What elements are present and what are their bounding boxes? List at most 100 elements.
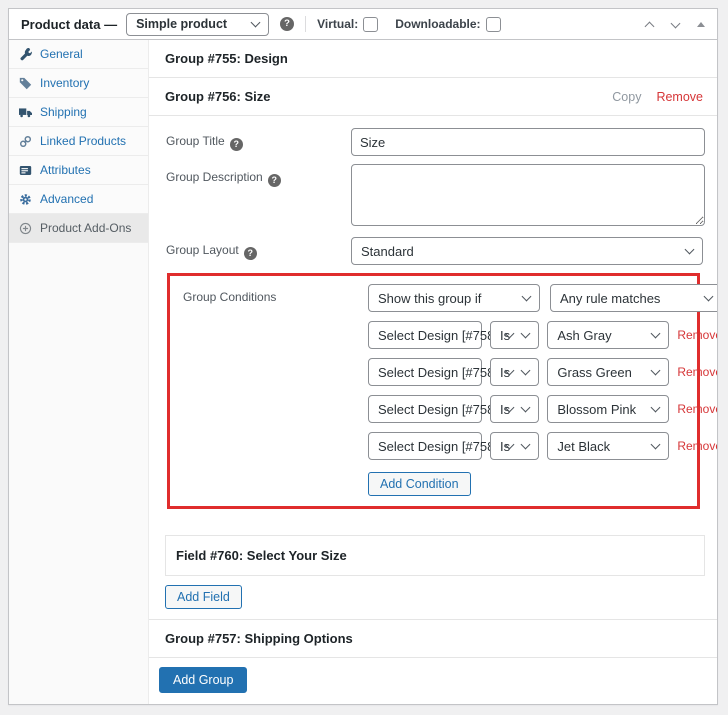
group-title-row: Group Title? (166, 128, 703, 156)
condition-value-select[interactable]: Jet Black (547, 432, 669, 460)
group-layout-select[interactable]: Standard (351, 237, 703, 265)
group-757-title: Group #757: Shipping Options (165, 631, 353, 646)
condition-value-text: Grass Green (557, 365, 631, 380)
chevron-down-icon (251, 18, 261, 28)
list-icon (19, 164, 32, 177)
remove-condition-link[interactable]: Remove (677, 365, 718, 379)
help-icon[interactable]: ? (230, 138, 243, 151)
add-condition-button[interactable]: Add Condition (368, 472, 471, 496)
annotation-box: Group Conditions Show this group if Any … (167, 273, 700, 509)
condition-value-select[interactable]: Ash Gray (547, 321, 669, 349)
chevron-down-icon (685, 245, 695, 255)
sidebar-item-attributes[interactable]: Attributes (9, 156, 148, 185)
group-755-title: Group #755: Design (165, 51, 288, 66)
group-layout-row: Group Layout? Standard (166, 237, 703, 265)
condition-operator-select[interactable]: Is (490, 321, 539, 349)
sidebar-item-label: Attributes (40, 163, 91, 177)
sidebar-item-label: Inventory (40, 76, 89, 90)
product-data-header: Product data — Simple product ? Virtual:… (9, 9, 717, 40)
condition-field-value: Select Design [#758] (378, 328, 498, 343)
condition-operator-select[interactable]: Is (490, 395, 539, 423)
condition-field-select[interactable]: Select Design [#758] (368, 321, 482, 349)
show-group-if-select[interactable]: Show this group if (368, 284, 540, 312)
help-icon[interactable]: ? (280, 17, 294, 31)
sidebar-item-shipping[interactable]: Shipping (9, 98, 148, 127)
condition-rule-row: Select Design [#758] Is Ash Gray (368, 321, 718, 349)
product-type-value: Simple product (136, 17, 227, 31)
group-757-header[interactable]: Group #757: Shipping Options (149, 620, 717, 658)
move-up-icon[interactable] (645, 19, 655, 29)
condition-field-select[interactable]: Select Design [#758] (368, 432, 482, 460)
sidebar-item-general[interactable]: General (9, 40, 148, 69)
sidebar-item-label: Shipping (40, 105, 87, 119)
condition-operator-select[interactable]: Is (490, 432, 539, 460)
copy-group-link[interactable]: Copy (612, 90, 641, 104)
remove-condition-link[interactable]: Remove (677, 328, 718, 342)
group-layout-value: Standard (361, 244, 414, 259)
label-text: Group Conditions (183, 290, 276, 304)
product-add-ons-panel: Group #755: Design Group #756: Size Copy… (149, 40, 717, 704)
field-760-header[interactable]: Field #760: Select Your Size (165, 535, 705, 576)
chevron-down-icon (521, 329, 531, 339)
condition-field-value: Select Design [#758] (378, 402, 498, 417)
condition-field-value: Select Design [#758] (378, 365, 498, 380)
condition-value-select[interactable]: Grass Green (547, 358, 669, 386)
condition-match-row: Show this group if Any rule matches (368, 284, 718, 312)
chevron-down-icon (651, 329, 661, 339)
condition-field-select[interactable]: Select Design [#758] (368, 358, 482, 386)
label-text: Group Title (166, 134, 225, 148)
group-description-label: Group Description? (166, 164, 351, 229)
rule-match-select[interactable]: Any rule matches (550, 284, 718, 312)
condition-value-select[interactable]: Blossom Pink (547, 395, 669, 423)
gear-icon (19, 193, 32, 206)
group-756-form: Group Title? Group Description? (149, 116, 717, 522)
condition-value-text: Jet Black (557, 439, 610, 454)
condition-field-select[interactable]: Select Design [#758] (368, 395, 482, 423)
group-description-row: Group Description? (166, 164, 703, 229)
group-title-input[interactable] (351, 128, 705, 156)
downloadable-label: Downloadable: (395, 17, 480, 31)
sidebar-item-product-add-ons[interactable]: Product Add-Ons (9, 214, 148, 243)
group-conditions-label: Group Conditions (183, 284, 368, 501)
downloadable-checkbox[interactable] (486, 17, 501, 32)
link-icon (19, 135, 32, 148)
add-group-button[interactable]: Add Group (159, 667, 247, 693)
remove-condition-link[interactable]: Remove (677, 439, 718, 453)
condition-operator-select[interactable]: Is (490, 358, 539, 386)
condition-value-text: Blossom Pink (557, 402, 636, 417)
virtual-checkbox[interactable] (363, 17, 378, 32)
label-text: Group Description (166, 170, 263, 184)
sidebar-item-linked-products[interactable]: Linked Products (9, 127, 148, 156)
product-type-select[interactable]: Simple product (126, 13, 269, 36)
group-756-title: Group #756: Size (165, 89, 270, 104)
group-756-header[interactable]: Group #756: Size Copy Remove (149, 78, 717, 116)
sidebar-item-label: General (40, 47, 83, 61)
move-down-icon[interactable] (671, 19, 681, 29)
panel-title: Product data — (21, 17, 117, 32)
group-755-header[interactable]: Group #755: Design (149, 40, 717, 78)
show-group-if-value: Show this group if (378, 291, 481, 306)
chevron-down-icon (651, 440, 661, 450)
sidebar-item-advanced[interactable]: Advanced (9, 185, 148, 214)
toggle-panel-icon[interactable] (697, 22, 705, 27)
condition-rule-row: Select Design [#758] Is Grass Green (368, 358, 718, 386)
sidebar-item-label: Advanced (40, 192, 93, 206)
field-760-title: Field #760: Select Your Size (176, 548, 347, 563)
product-data-panel: Product data — Simple product ? Virtual:… (8, 8, 718, 705)
chevron-down-icon (521, 366, 531, 376)
sidebar-item-inventory[interactable]: Inventory (9, 69, 148, 98)
help-icon[interactable]: ? (244, 247, 257, 260)
circle-plus-icon (19, 222, 32, 235)
tag-icon (19, 77, 32, 90)
remove-group-link[interactable]: Remove (656, 90, 703, 104)
condition-field-value: Select Design [#758] (378, 439, 498, 454)
truck-icon (19, 106, 32, 119)
help-icon[interactable]: ? (268, 174, 281, 187)
chevron-down-icon (522, 292, 532, 302)
group-description-textarea[interactable] (351, 164, 705, 226)
sidebar-item-label: Linked Products (40, 134, 126, 148)
chevron-down-icon (651, 366, 661, 376)
condition-rule-row: Select Design [#758] Is Blossom Pink (368, 395, 718, 423)
remove-condition-link[interactable]: Remove (677, 402, 718, 416)
add-field-button[interactable]: Add Field (165, 585, 242, 609)
